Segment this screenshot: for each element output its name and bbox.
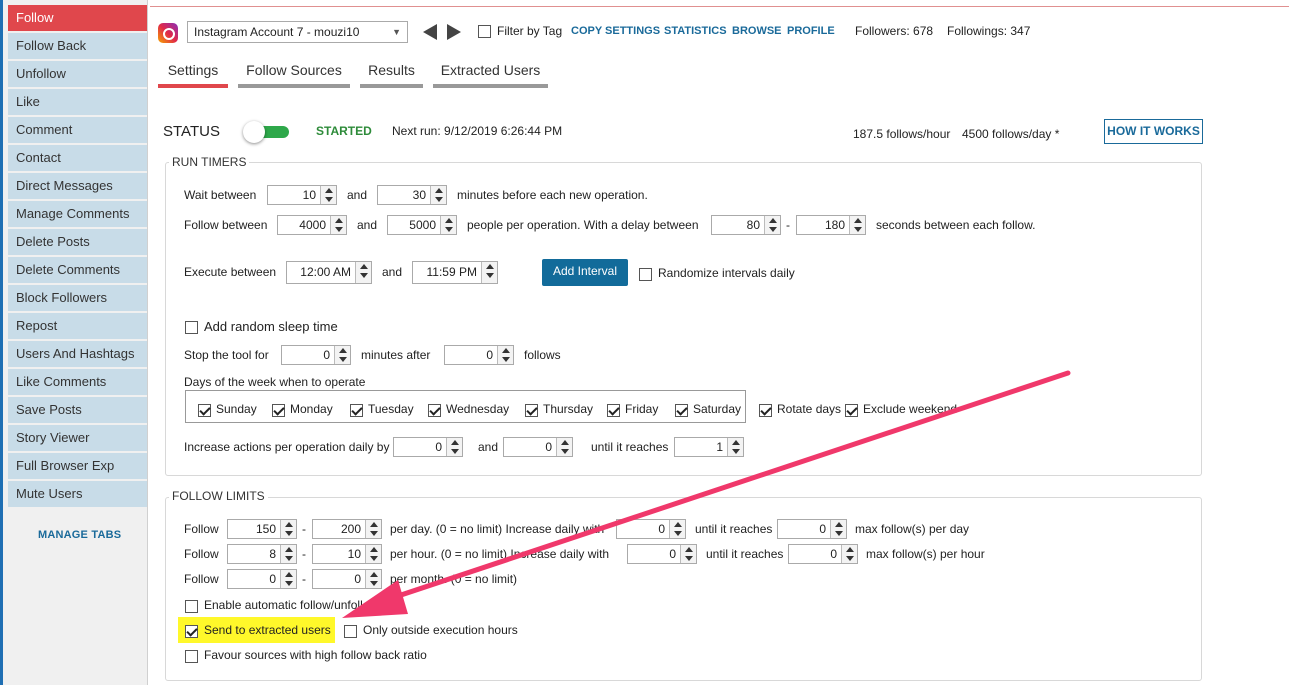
- arrow-head: [342, 580, 408, 618]
- annotation-arrow-icon: [342, 370, 1071, 618]
- arrow-shaft: [389, 370, 1071, 601]
